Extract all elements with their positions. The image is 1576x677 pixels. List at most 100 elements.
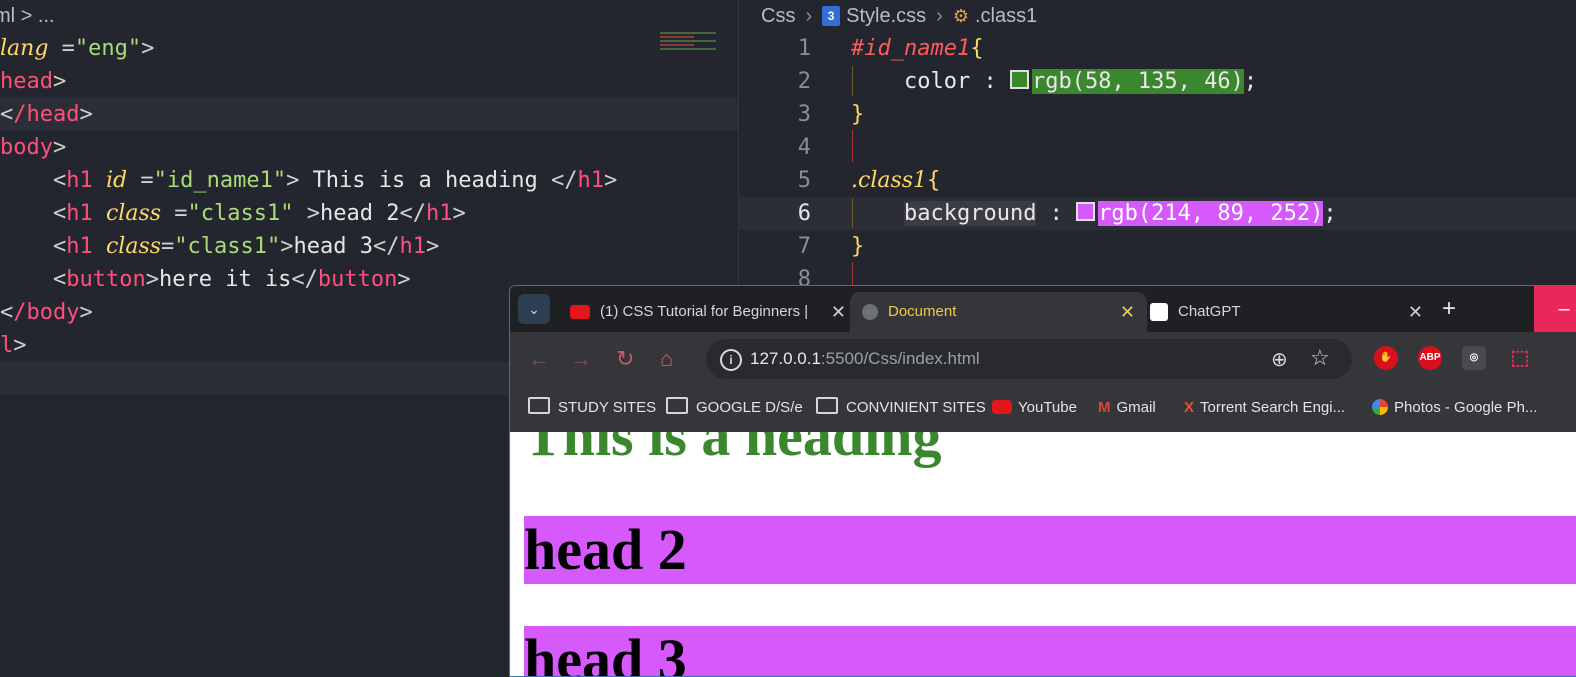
- tab-youtube[interactable]: (1) CSS Tutorial for Beginners | ✕: [560, 292, 858, 332]
- url-path: :5500/Css/index.html: [820, 349, 980, 368]
- code-line-h1-head2: <h1 class ="class1" >head 2</h1>: [0, 201, 466, 226]
- ublock-icon[interactable]: ✋: [1374, 346, 1398, 370]
- breadcrumb-symbol[interactable]: .class1: [975, 0, 1037, 32]
- tab-chatgpt[interactable]: ChatGPT ✕: [1138, 292, 1435, 332]
- css-value: rgb(58, 135, 46): [1031, 69, 1244, 94]
- new-tab-button[interactable]: +: [1434, 296, 1464, 324]
- code-line-html-open: lang ="eng">: [0, 32, 738, 65]
- youtube-icon: [570, 305, 590, 320]
- css-breadcrumb[interactable]: Css › 3 Style.css › ⚙ .class1: [739, 0, 1576, 32]
- line-number: 5: [797, 168, 811, 193]
- breadcrumb-file[interactable]: Style.css: [846, 0, 926, 32]
- line-number: 6: [797, 201, 811, 226]
- url-host: 127.0.0.1: [750, 349, 821, 368]
- reload-icon[interactable]: ↻: [616, 346, 634, 372]
- browser-toolbar: ← → ↻ ⌂ i 127.0.0.1:5500/Css/index.html …: [510, 332, 1576, 386]
- bookmark-label: Gmail: [1116, 399, 1156, 416]
- tag-name: h1: [399, 234, 427, 259]
- class-symbol-icon: ⚙: [952, 6, 969, 26]
- bookmark-label: GOOGLE D/S/e: [696, 399, 803, 416]
- bookmark-label: CONVINIENT SITES: [846, 399, 986, 416]
- tag-name: /head: [13, 102, 80, 127]
- color-swatch-green[interactable]: [1009, 70, 1029, 89]
- tag-name: h1: [66, 168, 93, 193]
- star-icon[interactable]: ☆: [1310, 345, 1330, 371]
- css-selector: #id_name1: [851, 36, 971, 61]
- text-node: This is a heading: [299, 168, 551, 193]
- browser-window[interactable]: ⌄ (1) CSS Tutorial for Beginners | ✕ Docu…: [509, 285, 1576, 677]
- bookmark-google-dse[interactable]: GOOGLE D/S/e: [666, 386, 803, 430]
- tag-name: /body: [13, 300, 80, 325]
- bookmark-convinient-sites[interactable]: CONVINIENT SITES: [816, 386, 986, 430]
- torrent-x-icon: X: [1184, 399, 1195, 416]
- gmail-icon: M: [1098, 399, 1111, 416]
- html-breadcrumb[interactable]: ml > ...: [0, 0, 738, 32]
- line-number: 3: [797, 102, 811, 127]
- back-arrow-icon[interactable]: ←: [528, 346, 550, 372]
- home-icon[interactable]: ⌂: [660, 346, 673, 372]
- zoom-icon[interactable]: ⊕: [1271, 347, 1288, 372]
- tag-name: h1: [577, 168, 604, 193]
- minimize-button[interactable]: –: [1534, 286, 1576, 332]
- folder-icon: [666, 397, 688, 414]
- attr-id: id: [105, 168, 128, 193]
- text-node: head 3: [293, 234, 373, 259]
- text-node: head 2: [320, 201, 400, 226]
- code-line-h1-heading: <h1 id ="id_name1"> This is a heading </…: [0, 168, 618, 193]
- code-line-h1-head3: <h1 class="class1">head 3</h1>: [0, 234, 440, 259]
- line-number: 1: [797, 36, 811, 61]
- tag-name: button: [66, 267, 146, 292]
- tag-end: >: [141, 36, 155, 61]
- bookmark-torrent[interactable]: X Torrent Search Engi...: [1184, 386, 1345, 430]
- page-head-3: head 3: [524, 626, 1576, 676]
- code-line-head-close: </head>: [0, 98, 738, 131]
- breadcrumb-folder[interactable]: Css: [761, 0, 795, 32]
- eq: =: [48, 36, 75, 61]
- bookmark-photos[interactable]: Photos - Google Ph...: [1372, 386, 1537, 430]
- css3-icon: 3: [822, 6, 841, 26]
- css-selector: .class1: [851, 168, 928, 193]
- page-viewport[interactable]: This is a heading head 2 head 3: [510, 432, 1576, 676]
- info-icon[interactable]: i: [720, 349, 742, 371]
- line-number: 2: [797, 69, 811, 94]
- address-bar[interactable]: i 127.0.0.1:5500/Css/index.html ⊕ ☆: [706, 339, 1352, 379]
- attr-value: "id_name1": [153, 168, 287, 193]
- bookmark-youtube[interactable]: YouTube: [992, 386, 1077, 430]
- close-icon[interactable]: ✕: [1408, 292, 1423, 332]
- tag-name: body: [0, 135, 53, 160]
- indent-guide: [852, 198, 853, 228]
- close-icon[interactable]: ✕: [1120, 292, 1135, 332]
- css-line-3: 3}: [739, 98, 1576, 131]
- bookmark-gmail[interactable]: M Gmail: [1098, 386, 1156, 430]
- line-number: 7: [797, 234, 811, 259]
- text-node: here it is: [158, 267, 292, 292]
- css-property: color: [903, 69, 971, 94]
- url-text[interactable]: 127.0.0.1:5500/Css/index.html: [750, 339, 980, 379]
- globe-icon: [862, 304, 878, 321]
- adblock-plus-icon[interactable]: ABP: [1418, 346, 1442, 370]
- attr-value: "class1": [174, 234, 281, 259]
- close-icon[interactable]: ✕: [831, 292, 846, 332]
- color-swatch-pink[interactable]: [1076, 202, 1096, 221]
- indent-guide: [852, 262, 853, 286]
- tag-name: h1: [66, 201, 93, 226]
- reader-icon[interactable]: ◎: [1462, 346, 1486, 370]
- code-line-head-open: head>: [0, 69, 67, 94]
- bookmark-label: STUDY SITES: [558, 399, 657, 416]
- chevron-right-icon: ›: [805, 5, 813, 27]
- forward-arrow-icon[interactable]: →: [570, 346, 592, 372]
- extensions-icon[interactable]: ⬚: [1508, 346, 1532, 370]
- line-number: 4: [797, 135, 811, 160]
- css-line-5: 5 .class1{: [739, 164, 1576, 197]
- css-property: background: [903, 201, 1037, 226]
- tab-search-button[interactable]: ⌄: [518, 294, 550, 324]
- tab-document[interactable]: Document ✕: [850, 292, 1147, 332]
- css-line-6: 6 background : rgb(214, 89, 252);: [739, 197, 1576, 230]
- tag-name: h1: [66, 234, 93, 259]
- bookmark-study-sites[interactable]: STUDY SITES: [528, 386, 656, 430]
- folder-icon: [816, 397, 838, 414]
- bookmark-label: Torrent Search Engi...: [1200, 399, 1346, 416]
- attr-value: "class1": [187, 201, 294, 226]
- tag-name: h1: [426, 201, 453, 226]
- tab-title: Document: [888, 303, 957, 320]
